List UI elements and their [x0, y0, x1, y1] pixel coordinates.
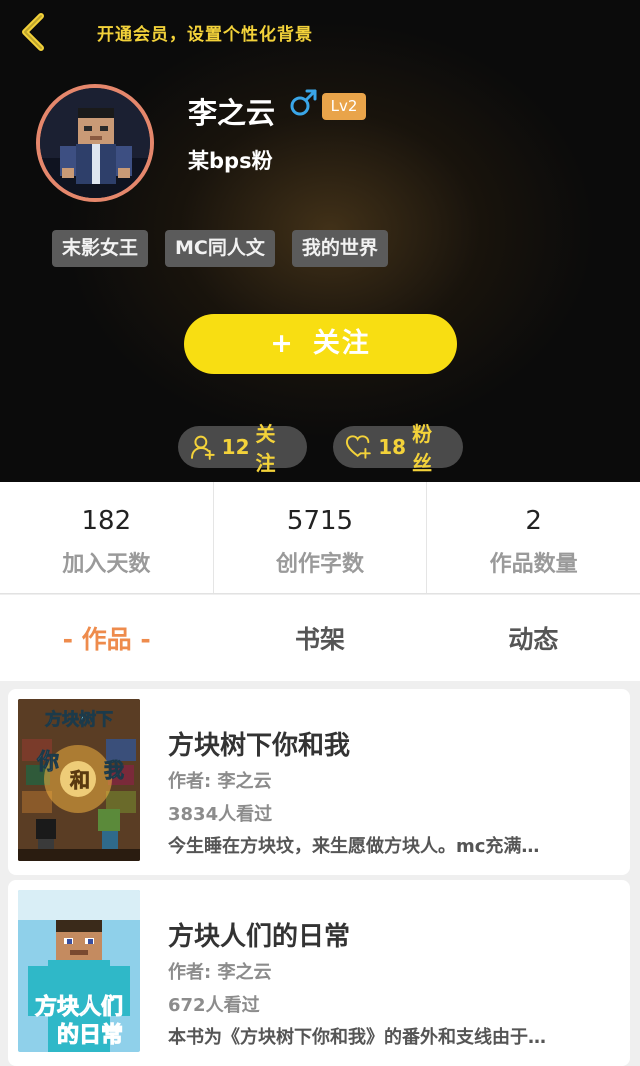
work-author: 作者: 李之云 — [168, 962, 272, 983]
back-button[interactable] — [14, 8, 58, 56]
work-title[interactable]: 方块树下你和我 — [168, 725, 350, 762]
stat-value: 2 — [525, 506, 542, 536]
cover-title: 我 — [104, 758, 124, 782]
follow-button-label: 关注 — [312, 328, 371, 359]
stat-label: 作品数量 — [489, 552, 578, 577]
fans-count-button[interactable]: 18 粉丝 — [333, 422, 463, 475]
work-item[interactable]: 方块人们 的日常 方块人们的日常 作者: 李之云 672人看过 本书为《方块树下… — [8, 880, 630, 1066]
user-signature: 某bps粉 — [188, 149, 273, 173]
vip-background-link[interactable]: 开通会员，设置个性化背景 — [97, 20, 313, 45]
user-name: 李之云 — [188, 96, 276, 130]
cover-title: 方块树下 — [45, 709, 113, 730]
profile-header: 开通会员，设置个性化背景 李之云 Lv2 某bps粉 末影女王 MC同人文 我的… — [0, 0, 640, 482]
tag-item[interactable]: 末影女王 — [52, 230, 149, 267]
tab-works[interactable]: - 作品 - — [0, 595, 213, 681]
stats-bar: 182 加入天数 5715 创作字数 2 作品数量 — [0, 482, 640, 594]
level-badge: Lv2 — [322, 93, 366, 120]
work-description: 今生睡在方块坟，来生愿做方块人。mc充满… — [168, 836, 540, 857]
heart-plus-icon — [345, 435, 371, 459]
tag-list: 末影女王 MC同人文 我的世界 — [52, 230, 388, 267]
tag-item[interactable]: MC同人文 — [165, 230, 275, 267]
work-item[interactable]: 方块树下 你 和 我 方块树下你和我 作者: 李之云 3834人看过 今生睡在方… — [8, 689, 630, 875]
follow-button[interactable]: + 关注 — [184, 314, 457, 374]
stat-join-days: 182 加入天数 — [0, 482, 213, 593]
stat-label: 加入天数 — [62, 552, 151, 577]
work-title[interactable]: 方块人们的日常 — [168, 916, 350, 953]
add-user-icon — [190, 435, 215, 460]
book-cover[interactable]: 方块人们 的日常 — [18, 890, 140, 1052]
book-cover-image: 方块人们 的日常 — [18, 890, 140, 1052]
plus-icon: + — [270, 328, 295, 359]
tab-bar: - 作品 - 书架 动态 — [0, 595, 640, 681]
stat-value: 5715 — [286, 506, 354, 536]
work-description: 本书为《方块树下你和我》的番外和支线由于… — [168, 1027, 546, 1048]
following-count: 12 — [221, 435, 250, 459]
tag-item[interactable]: 我的世界 — [291, 230, 388, 267]
fans-label: 粉丝 — [412, 422, 433, 475]
tab-bookshelf[interactable]: 书架 — [213, 595, 426, 681]
stat-label: 创作字数 — [276, 552, 365, 577]
work-views: 3834人看过 — [168, 804, 273, 825]
following-label: 关注 — [255, 422, 276, 475]
work-author: 作者: 李之云 — [168, 771, 272, 792]
stat-works-count: 2 作品数量 — [426, 482, 640, 593]
male-icon — [290, 89, 317, 116]
cover-title: 和 — [70, 768, 90, 792]
stat-word-count: 5715 创作字数 — [212, 482, 427, 593]
cover-title: 你 — [36, 750, 59, 775]
work-views: 672人看过 — [168, 995, 260, 1016]
following-count-button[interactable]: 12 关注 — [178, 422, 307, 475]
tab-activity[interactable]: 动态 — [427, 595, 640, 681]
avatar[interactable] — [36, 84, 154, 202]
avatar-image — [40, 88, 150, 198]
cover-title: 的日常 — [57, 1022, 123, 1048]
cover-title: 方块人们 — [35, 994, 123, 1020]
fans-count: 18 — [378, 435, 407, 459]
stat-value: 182 — [81, 506, 132, 536]
book-cover-image: 方块树下 你 和 我 — [18, 699, 140, 861]
book-cover[interactable]: 方块树下 你 和 我 — [18, 699, 140, 861]
chevron-left-icon — [22, 13, 44, 51]
